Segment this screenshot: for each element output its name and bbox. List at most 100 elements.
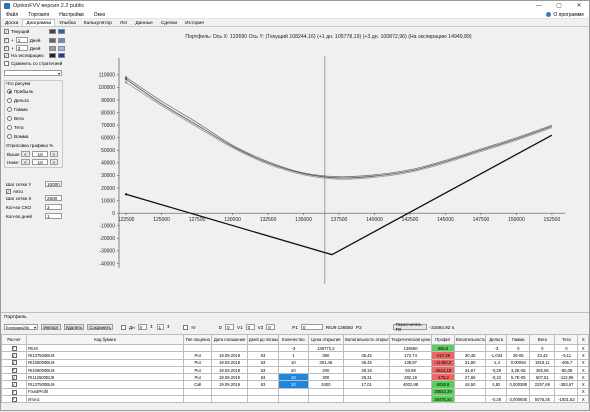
cell-delete[interactable]: X — [577, 358, 589, 367]
profit-chart[interactable]: 1100001000009000080000700006000050000400… — [68, 28, 589, 311]
menu-trading[interactable]: Торговля — [23, 12, 54, 18]
days-stepper-a[interactable]: ⇕ — [150, 324, 154, 330]
col-calc[interactable]: Расчет — [0, 334, 28, 345]
table-row[interactable]: ✓ RIU9 -3 136772,2 136550 666,6 -3 0 0 0 X — [0, 343, 589, 353]
col-expiry-date[interactable]: Дата погашения — [211, 334, 248, 345]
table-row[interactable]: ✓ RI106000BU9 Put 19.09.2019 63 20 200 39,16 93,… — [0, 365, 589, 375]
table-row[interactable]: ✓ RI112500BU9 Put 19.09.2019 63 10 300 28,31 282… — [0, 373, 589, 382]
menu-file[interactable]: Файл — [1, 12, 23, 18]
cell-qty[interactable]: 20 — [278, 365, 309, 375]
days-count-input[interactable]: 1 — [45, 213, 62, 219]
cell-price[interactable]: 300 — [307, 373, 345, 382]
below-increment-button[interactable]: > — [49, 159, 59, 165]
close-button[interactable]: ✕ — [569, 1, 589, 11]
menu-settings[interactable]: Настройки — [54, 12, 89, 18]
cell-qty[interactable]: 1 — [278, 351, 309, 360]
cell-price[interactable]: 200 — [307, 365, 345, 375]
above-increment-button[interactable]: > — [49, 151, 59, 157]
cell-qty[interactable]: 10 — [278, 358, 309, 367]
cell-delete[interactable]: X — [577, 343, 589, 353]
col-vega[interactable]: Вега — [529, 334, 556, 345]
cell-delete[interactable]: X — [577, 365, 589, 375]
radio-vega[interactable] — [7, 116, 12, 121]
cell-qty[interactable] — [278, 387, 309, 397]
col-profit[interactable]: Профит — [430, 334, 455, 345]
cell-delete[interactable]: X — [577, 351, 589, 360]
portfolio-select[interactable]: Бэтформ25k ▾ — [4, 324, 38, 330]
p1-input[interactable]: 0 — [300, 324, 323, 330]
current-color-swatch-2[interactable] — [58, 29, 65, 34]
above-decrement-button[interactable]: < — [21, 151, 30, 157]
tab-diagram[interactable]: Диаграмма — [22, 19, 56, 26]
plus1-color-swatch[interactable] — [49, 37, 56, 43]
plus3-color-swatch-2[interactable] — [58, 45, 65, 51]
above-input[interactable]: 10 — [31, 151, 48, 157]
maximize-button[interactable]: ▢ — [549, 1, 569, 11]
cell-qty[interactable]: 10 — [278, 373, 309, 382]
cell-price[interactable]: 390 — [307, 351, 345, 360]
row-calc-checkbox[interactable]: ✓ — [11, 360, 17, 366]
grid-x-input[interactable]: 2500 — [45, 195, 62, 201]
radio-gamma[interactable] — [7, 107, 12, 112]
save-button[interactable]: Сохранить — [87, 324, 113, 330]
row-calc-checkbox[interactable]: ✓ — [11, 382, 17, 388]
v2-input[interactable]: 0 — [266, 324, 276, 330]
cell-price[interactable]: 301,45 — [307, 358, 345, 367]
below-decrement-button[interactable]: < — [21, 159, 30, 165]
plus3-color-swatch[interactable] — [49, 45, 56, 51]
current-color-swatch[interactable] — [49, 29, 56, 34]
row-calc-checkbox[interactable]: ✓ — [11, 353, 17, 359]
cell-qty[interactable]: -3 — [278, 343, 309, 353]
cell-price[interactable]: 3400 — [307, 380, 345, 389]
col-qty[interactable]: Количество — [278, 334, 309, 345]
expiry-color-swatch-2[interactable] — [58, 53, 65, 58]
tab-history[interactable]: История — [181, 19, 208, 26]
table-row[interactable]: ✓ Итого: 28476,34 -0,28 0,000936 5076,25 -1001… — [0, 395, 589, 404]
compare-strategy-select[interactable]: ▾ — [4, 70, 62, 76]
iv-checkbox[interactable] — [183, 324, 189, 330]
plus1-checkbox[interactable]: ✓ — [4, 37, 9, 43]
delete-button[interactable]: Удалить — [64, 324, 84, 330]
table-row[interactable]: ✓ RI137500BU9 Call 19.09.2019 63 10 3400 17,01 4… — [0, 380, 589, 389]
days-input-a[interactable]: 0 — [137, 324, 147, 330]
cell-delete[interactable]: X — [577, 380, 589, 389]
plus1-color-swatch-2[interactable] — [58, 37, 65, 43]
below-input[interactable]: 10 — [31, 159, 48, 165]
row-calc-checkbox[interactable]: ✓ — [11, 389, 17, 395]
qty-sko-input[interactable]: 3 — [45, 204, 62, 210]
row-calc-checkbox[interactable]: ✓ — [11, 375, 17, 380]
col-code[interactable]: Код бумаги — [26, 334, 185, 345]
days-stepper-b[interactable]: ⇕ — [167, 324, 171, 330]
grid-y-input[interactable]: 10000 — [45, 181, 62, 187]
compare-checkbox[interactable] — [4, 61, 9, 66]
radio-profit[interactable] — [7, 89, 12, 94]
cell-qty[interactable]: 10 — [278, 380, 309, 389]
col-vol[interactable]: Волатильность — [453, 334, 487, 345]
current-checkbox[interactable]: ✓ — [4, 29, 9, 34]
table-row[interactable]: ✓ RI137500BU9 Put 19.09.2019 63 1 390 35,45 172,… — [0, 351, 589, 360]
import-button[interactable]: Импорт — [41, 324, 61, 330]
days-checkbox[interactable] — [121, 324, 126, 330]
radio-vomma[interactable] — [7, 134, 12, 139]
col-type[interactable]: Тип опциона — [183, 334, 213, 345]
cell-price[interactable]: 136772,2 — [307, 343, 345, 353]
expiry-color-swatch[interactable] — [49, 53, 56, 58]
tab-calculator[interactable]: Калькулятор — [80, 19, 116, 26]
col-open-vol[interactable]: Волатильность открытия — [343, 334, 391, 345]
row-calc-checkbox[interactable]: ✓ — [11, 396, 17, 402]
tab-deals[interactable]: Сделки — [157, 19, 181, 26]
menu-window[interactable]: Окно — [89, 12, 111, 18]
tab-board[interactable]: Доска — [1, 19, 22, 26]
col-gamma[interactable]: Гамма — [506, 334, 531, 345]
table-row[interactable]: ✓ FixedProfit 35553,39 X — [0, 387, 589, 397]
tab-data[interactable]: Данные — [131, 19, 156, 26]
days-input-b[interactable]: 1 — [156, 324, 164, 330]
about-menu[interactable]: О программе — [541, 12, 589, 18]
col-theta[interactable]: Тета — [554, 334, 579, 345]
tab-log[interactable]: Лог — [116, 19, 132, 26]
cell-price[interactable] — [307, 395, 345, 404]
plus3-checkbox[interactable]: ✓ — [4, 45, 9, 51]
expiry-checkbox[interactable]: ✓ — [4, 53, 9, 58]
recalc-go-button[interactable]: Пересчитать ГО — [392, 322, 427, 332]
cell-delete[interactable]: X — [577, 387, 589, 397]
